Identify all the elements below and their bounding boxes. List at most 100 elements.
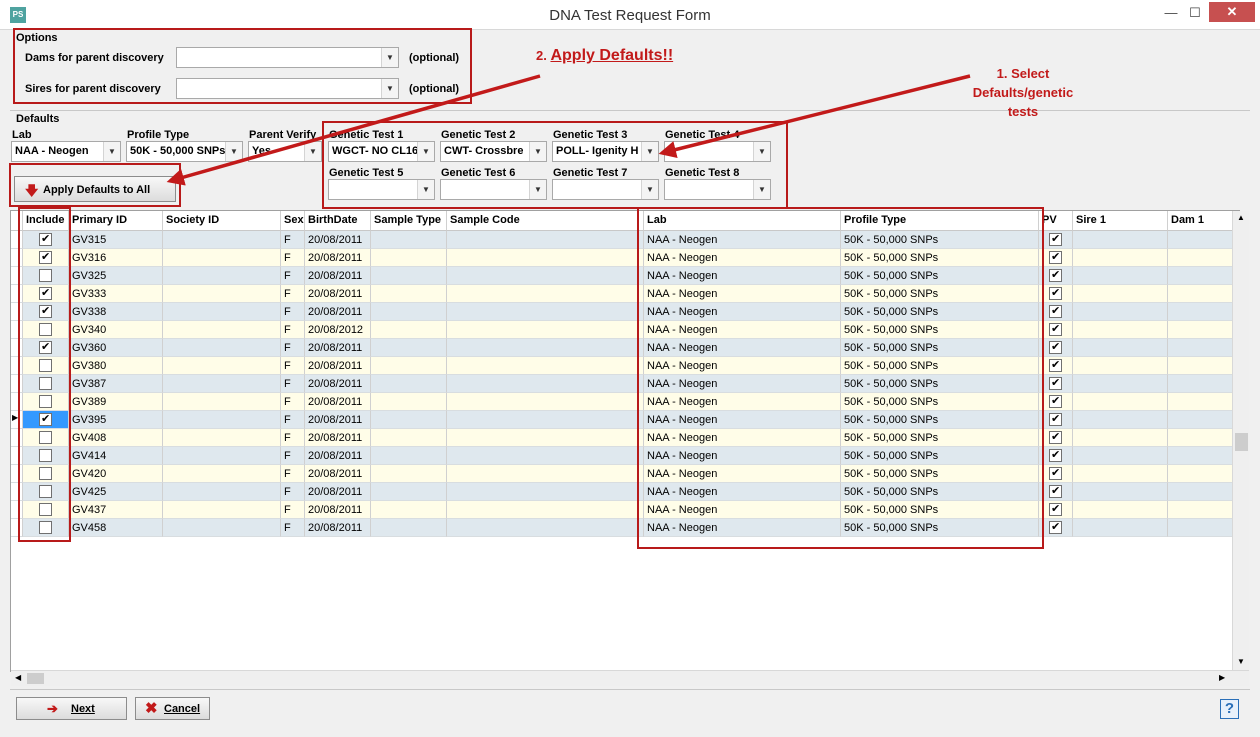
col-society-id[interactable]: Society ID xyxy=(163,211,281,231)
cell-birth[interactable]: 20/08/2011 xyxy=(305,447,371,465)
pv-checkbox[interactable] xyxy=(1049,286,1062,300)
cell-sex[interactable]: F xyxy=(281,321,305,339)
scroll-right-icon[interactable]: ▶ xyxy=(1219,673,1225,682)
cell-sex[interactable]: F xyxy=(281,303,305,321)
cell-sex[interactable]: F xyxy=(281,375,305,393)
cell-sex[interactable]: F xyxy=(281,483,305,501)
cell-id[interactable]: GV437 xyxy=(69,501,163,519)
cell-society[interactable] xyxy=(163,285,281,303)
cell-society[interactable] xyxy=(163,249,281,267)
table-row[interactable]: GV420 F 20/08/2011 NAA - Neogen 50K - 50,000… xyxy=(11,465,1239,483)
cell-sire[interactable] xyxy=(1073,429,1168,447)
cell-society[interactable] xyxy=(163,357,281,375)
pv-cell[interactable] xyxy=(1039,321,1073,339)
table-row[interactable]: GV360F20/08/2011NAA - Neogen50K - 50,000… xyxy=(11,339,1239,357)
table-row[interactable]: GV380 F 20/08/2011 NAA - Neogen 50K - 50,000… xyxy=(11,357,1239,375)
cell-sex[interactable]: F xyxy=(281,429,305,447)
vertical-scrollbar[interactable]: ▲ ▼ xyxy=(1232,211,1249,671)
cell-sex[interactable]: F xyxy=(281,447,305,465)
cell-sampletype[interactable] xyxy=(371,465,447,483)
cell-samplecode[interactable] xyxy=(447,447,644,465)
pv-checkbox[interactable] xyxy=(1049,322,1062,336)
cell-id[interactable]: GV316 xyxy=(69,249,163,267)
cell-birth[interactable]: 20/08/2011 xyxy=(305,303,371,321)
cell-dam[interactable] xyxy=(1168,249,1239,267)
table-row[interactable]: GV437 F 20/08/2011 NAA - Neogen 50K - 50,000… xyxy=(11,501,1239,519)
cell-sex[interactable]: F xyxy=(281,465,305,483)
cell-sex[interactable]: F xyxy=(281,285,305,303)
col-dam-1[interactable]: Dam 1 xyxy=(1168,211,1239,231)
col-sample-code[interactable]: Sample Code xyxy=(447,211,644,231)
cell-sampletype[interactable] xyxy=(371,411,447,429)
col-sire-1[interactable]: Sire 1 xyxy=(1073,211,1168,231)
cell-sire[interactable] xyxy=(1073,303,1168,321)
cell-dam[interactable] xyxy=(1168,465,1239,483)
cell-sire[interactable] xyxy=(1073,483,1168,501)
cell-samplecode[interactable] xyxy=(447,465,644,483)
cell-dam[interactable] xyxy=(1168,411,1239,429)
cell-samplecode[interactable] xyxy=(447,303,644,321)
cell-sire[interactable] xyxy=(1073,465,1168,483)
cell-sex[interactable]: F xyxy=(281,519,305,537)
pv-cell[interactable] xyxy=(1039,411,1073,429)
cell-id[interactable]: GV420 xyxy=(69,465,163,483)
cell-birth[interactable]: 20/08/2011 xyxy=(305,249,371,267)
col-sex[interactable]: Sex xyxy=(281,211,305,231)
cell-sampletype[interactable] xyxy=(371,519,447,537)
cell-id[interactable]: GV338 xyxy=(69,303,163,321)
cell-samplecode[interactable] xyxy=(447,429,644,447)
pv-checkbox[interactable] xyxy=(1049,250,1062,264)
cell-society[interactable] xyxy=(163,429,281,447)
cell-birth[interactable]: 20/08/2011 xyxy=(305,393,371,411)
pv-cell[interactable] xyxy=(1039,303,1073,321)
cell-sire[interactable] xyxy=(1073,375,1168,393)
cell-sire[interactable] xyxy=(1073,501,1168,519)
cell-society[interactable] xyxy=(163,501,281,519)
cell-dam[interactable] xyxy=(1168,339,1239,357)
cell-id[interactable]: GV325 xyxy=(69,267,163,285)
cell-id[interactable]: GV387 xyxy=(69,375,163,393)
cell-birth[interactable]: 20/08/2011 xyxy=(305,357,371,375)
cell-sampletype[interactable] xyxy=(371,231,447,249)
pv-checkbox[interactable] xyxy=(1049,502,1062,516)
cell-dam[interactable] xyxy=(1168,519,1239,537)
cell-birth[interactable]: 20/08/2011 xyxy=(305,267,371,285)
cell-society[interactable] xyxy=(163,483,281,501)
table-row[interactable]: GV425 F 20/08/2011 NAA - Neogen 50K - 50,000… xyxy=(11,483,1239,501)
cell-samplecode[interactable] xyxy=(447,267,644,285)
cell-dam[interactable] xyxy=(1168,393,1239,411)
cell-samplecode[interactable] xyxy=(447,339,644,357)
cell-sampletype[interactable] xyxy=(371,483,447,501)
cell-id[interactable]: GV380 xyxy=(69,357,163,375)
cell-samplecode[interactable] xyxy=(447,519,644,537)
pv-cell[interactable] xyxy=(1039,357,1073,375)
pv-cell[interactable] xyxy=(1039,231,1073,249)
cell-birth[interactable]: 20/08/2011 xyxy=(305,375,371,393)
cell-birth[interactable]: 20/08/2011 xyxy=(305,465,371,483)
cell-society[interactable] xyxy=(163,231,281,249)
col-pv[interactable]: PV xyxy=(1039,211,1073,231)
pv-checkbox[interactable] xyxy=(1049,376,1062,390)
cell-samplecode[interactable] xyxy=(447,249,644,267)
cell-sire[interactable] xyxy=(1073,231,1168,249)
pv-cell[interactable] xyxy=(1039,501,1073,519)
cell-birth[interactable]: 20/08/2011 xyxy=(305,285,371,303)
cell-dam[interactable] xyxy=(1168,501,1239,519)
scroll-up-icon[interactable]: ▲ xyxy=(1237,213,1245,222)
cell-samplecode[interactable] xyxy=(447,501,644,519)
cell-dam[interactable] xyxy=(1168,375,1239,393)
cell-society[interactable] xyxy=(163,465,281,483)
cell-sire[interactable] xyxy=(1073,357,1168,375)
pv-cell[interactable] xyxy=(1039,339,1073,357)
cell-dam[interactable] xyxy=(1168,285,1239,303)
cell-birth[interactable]: 20/08/2011 xyxy=(305,231,371,249)
pv-cell[interactable] xyxy=(1039,267,1073,285)
pv-checkbox[interactable] xyxy=(1049,232,1062,246)
cell-dam[interactable] xyxy=(1168,357,1239,375)
cell-sire[interactable] xyxy=(1073,411,1168,429)
cell-sire[interactable] xyxy=(1073,249,1168,267)
cell-samplecode[interactable] xyxy=(447,285,644,303)
cell-sire[interactable] xyxy=(1073,339,1168,357)
table-row[interactable]: GV316F20/08/2011NAA - Neogen50K - 50,000… xyxy=(11,249,1239,267)
table-row[interactable]: GV338F20/08/2011NAA - Neogen50K - 50,000… xyxy=(11,303,1239,321)
